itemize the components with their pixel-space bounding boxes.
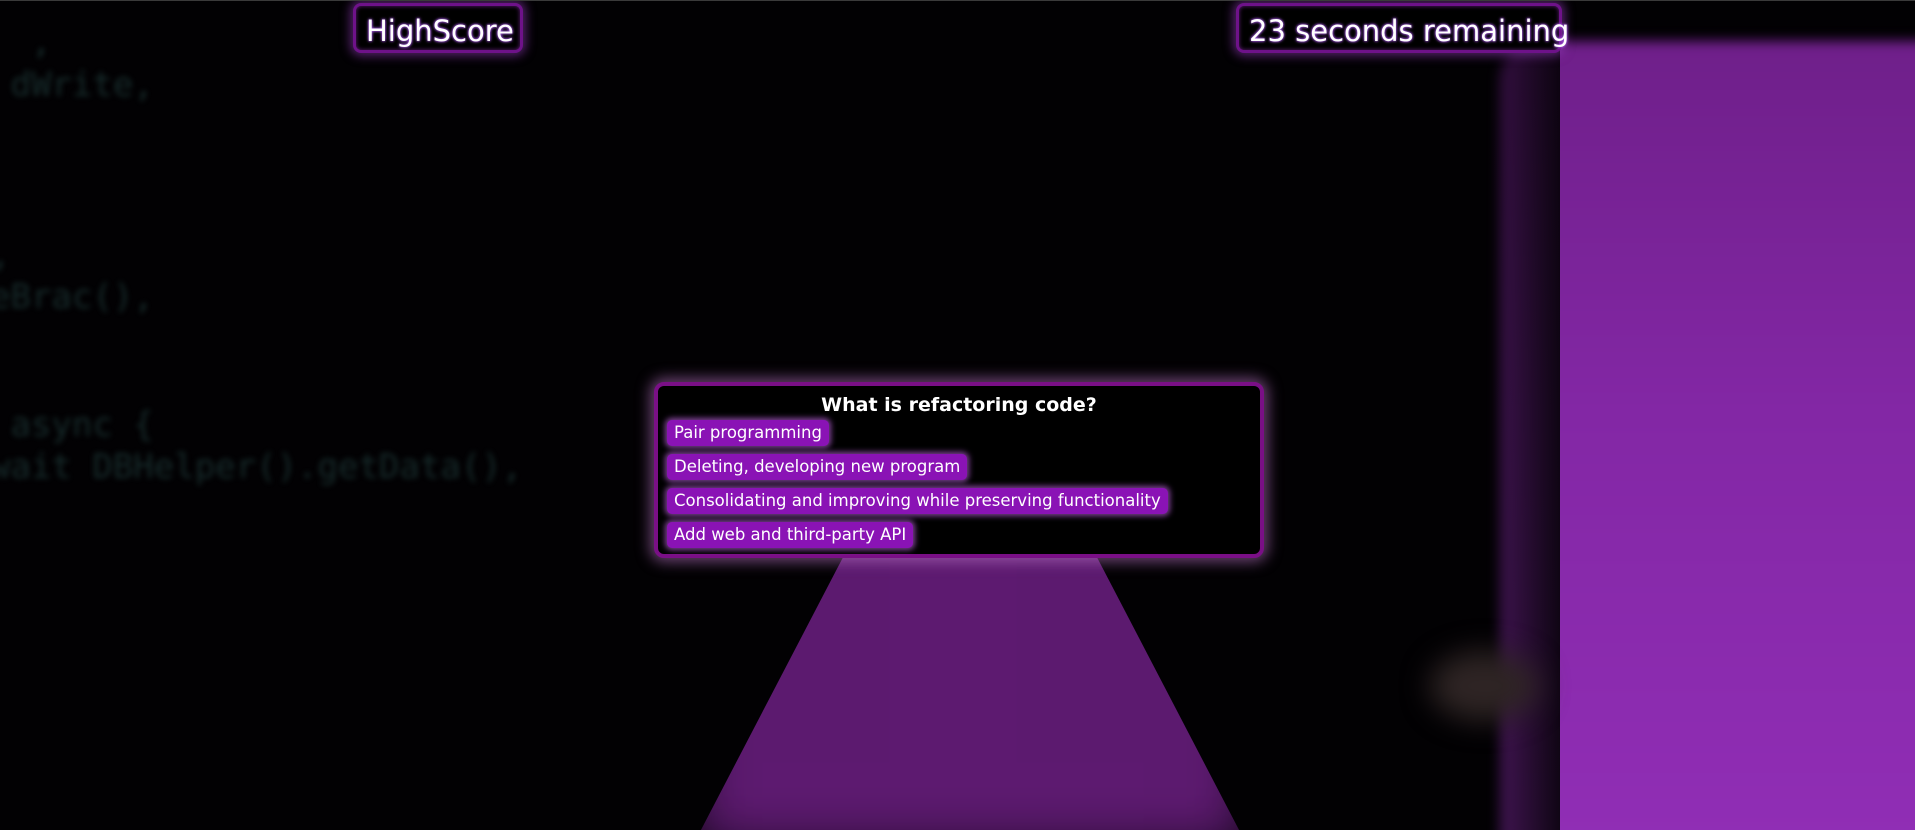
quiz-card: What is refactoring code? Pair programmi…: [654, 382, 1264, 558]
highscore-link[interactable]: HighScore: [353, 3, 523, 53]
answer-button-2[interactable]: Deleting, developing new program: [667, 454, 968, 480]
answer-list: Pair programming Deleting, developing ne…: [666, 420, 1252, 556]
answer-row: Consolidating and improving while preser…: [666, 488, 1252, 522]
answer-row: Pair programming: [666, 420, 1252, 454]
answer-row: Deleting, developing new program: [666, 454, 1252, 488]
answer-row: Add web and third-party API: [666, 522, 1252, 556]
background-code-image: , dWrite, , eBrac(), async { wait DBHelp…: [0, 22, 523, 487]
question-title: What is refactoring code?: [821, 394, 1097, 416]
timer-display: 23 seconds remaining: [1236, 3, 1569, 53]
quiz-screen: , dWrite, , eBrac(), async { wait DBHelp…: [0, 0, 1915, 830]
background-purple-panel: [1500, 41, 1915, 830]
answer-button-3[interactable]: Consolidating and improving while preser…: [667, 488, 1168, 514]
answer-button-4[interactable]: Add web and third-party API: [667, 522, 914, 548]
background-blur-shape: [1430, 651, 1540, 721]
answer-button-1[interactable]: Pair programming: [667, 420, 829, 446]
